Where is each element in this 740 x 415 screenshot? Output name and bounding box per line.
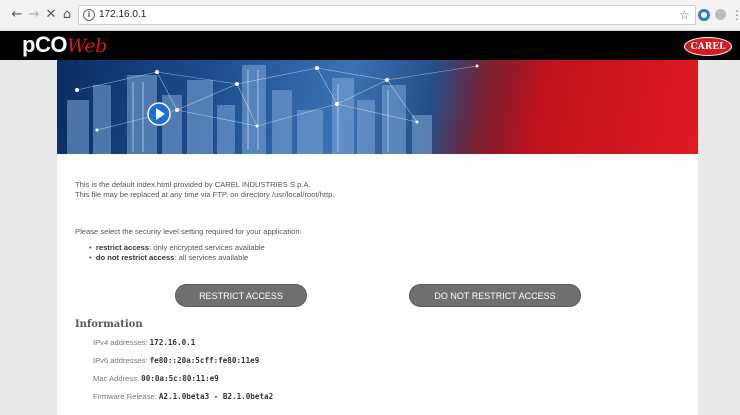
- intro-line-1: This is the default index.html provided …: [75, 180, 311, 189]
- menu-icon[interactable]: ⋮: [731, 8, 740, 22]
- intro-line-2: This file may be replaced at any time vi…: [75, 190, 335, 199]
- carel-logo: CAREL: [684, 37, 732, 56]
- info-icon[interactable]: i: [83, 9, 95, 21]
- extension-icon[interactable]: [698, 9, 710, 21]
- logo-text-pco: pCO: [22, 32, 67, 57]
- list-item: • restrict access: only encrypted servic…: [89, 243, 265, 252]
- stop-icon[interactable]: ✕: [44, 8, 58, 22]
- info-row-ipv6: IPv6 addresses: fe80::20a:5cff:fe80:11e9: [93, 356, 259, 366]
- back-icon[interactable]: ←: [10, 8, 24, 22]
- logo-text-web: Web: [66, 35, 107, 57]
- info-row-ipv4: IPv4 addresses: 172.16.0.1: [93, 338, 195, 348]
- info-label: IPv6 addresses:: [93, 356, 148, 365]
- info-row-firmware: Firmware Release: A2.1.0beta3 - B2.1.0be…: [93, 392, 273, 402]
- option-term: do not restrict access: [95, 253, 175, 262]
- address-bar[interactable]: i 172.16.0.1: [78, 5, 696, 25]
- info-label: IPv4 addresses:: [93, 338, 148, 347]
- option-desc: : all services available: [174, 253, 249, 262]
- info-value: 00:0a:5c:80:11:e9: [141, 374, 219, 383]
- extension-icon[interactable]: [715, 9, 726, 20]
- url-text[interactable]: 172.16.0.1: [99, 9, 146, 20]
- info-value: A2.1.0beta3 - B2.1.0beta2: [158, 392, 274, 401]
- info-row-mac: Mac Address: 00:0a:5c:80:11:e9: [93, 374, 219, 384]
- info-value: fe80::20a:5cff:fe80:11e9: [149, 356, 260, 365]
- info-value: 172.16.0.1: [149, 338, 196, 347]
- security-prompt: Please select the security level setting…: [75, 227, 302, 236]
- information-heading: Information: [75, 319, 143, 330]
- restrict-access-button[interactable]: RESTRICT ACCESS: [175, 284, 307, 307]
- forward-icon[interactable]: →: [27, 8, 41, 22]
- star-icon[interactable]: ☆: [679, 8, 690, 22]
- pcoweb-logo: pCOWeb: [22, 33, 107, 58]
- do-not-restrict-access-button[interactable]: DO NOT RESTRICT ACCESS: [409, 284, 581, 307]
- info-label: Mac Address:: [93, 374, 140, 383]
- browser-toolbar: ← → ✕ ⌂ i 172.16.0.1 ☆ ⋮: [0, 0, 740, 31]
- banner-image: [57, 60, 698, 154]
- home-icon[interactable]: ⌂: [60, 8, 74, 22]
- option-term: restrict access: [95, 243, 150, 252]
- option-desc: : only encrypted services available: [149, 243, 265, 252]
- list-item: • do not restrict access: all services a…: [89, 253, 249, 262]
- site-header: pCOWeb CAREL: [0, 31, 740, 60]
- city-network-illustration: [67, 64, 479, 154]
- info-label: Firmware Release:: [93, 392, 157, 401]
